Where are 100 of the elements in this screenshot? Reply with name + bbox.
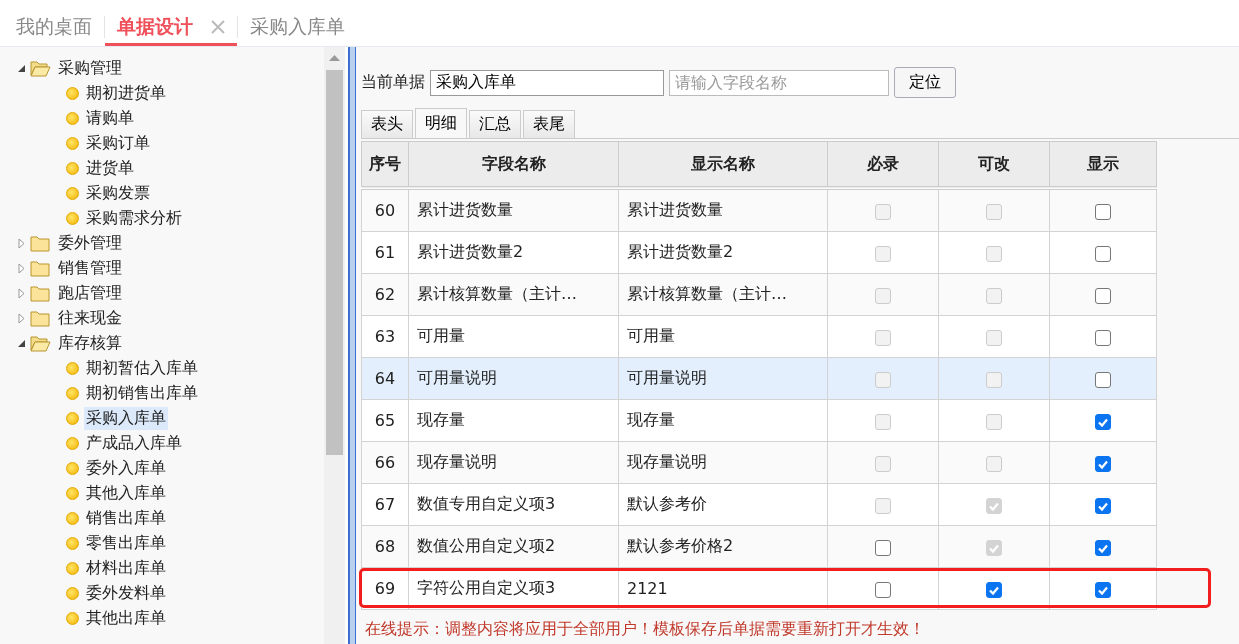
table-cell: 66	[361, 441, 409, 484]
tree-item[interactable]: 销售出库单	[84, 507, 168, 530]
table-cell: 累计进货数量	[618, 188, 828, 232]
tab[interactable]: 采购入库单	[238, 10, 357, 46]
table-cell: 可用量	[618, 315, 828, 358]
tree-item[interactable]: 期初销售出库单	[84, 382, 200, 405]
table-cell: 可用量	[408, 315, 619, 358]
tree-item[interactable]: 材料出库单	[84, 557, 168, 580]
table-cell: 61	[361, 231, 409, 274]
locate-button[interactable]: 定位	[894, 67, 956, 98]
checkbox[interactable]	[1095, 455, 1111, 472]
table-cell: 63	[361, 315, 409, 358]
field-label: 当前单据	[361, 72, 425, 93]
checkbox[interactable]	[1095, 245, 1111, 262]
dot-icon	[66, 87, 79, 100]
dot-icon	[66, 387, 79, 400]
checkbox[interactable]	[986, 581, 1002, 598]
tree-item[interactable]: 期初进货单	[84, 82, 168, 105]
tab[interactable]: 表头	[361, 110, 413, 138]
tree-item[interactable]: 委外入库单	[84, 457, 168, 480]
table-cell: 现存量说明	[408, 441, 619, 484]
dot-icon	[66, 537, 79, 550]
checkbox[interactable]	[1095, 329, 1111, 346]
tree-item[interactable]: 进货单	[84, 157, 136, 180]
document-field[interactable]: 采购入库单	[430, 69, 664, 96]
table-cell: 67	[361, 483, 409, 526]
tree-item[interactable]: 采购订单	[84, 132, 152, 155]
dot-icon	[66, 362, 79, 375]
expanded-triangle-icon[interactable]	[16, 338, 27, 349]
notice-text: 在线提示：调整内容将应用于全部用户！模板保存后单据需要重新打开才生效！	[365, 619, 926, 640]
table-cell: 现存量说明	[618, 441, 828, 484]
tree-item[interactable]: 零售出库单	[84, 532, 168, 555]
column-header: 必录	[827, 141, 939, 188]
column-header: 字段名称	[408, 141, 619, 188]
table-cell: 默认参考价格2	[618, 525, 828, 568]
table-cell: 累计进货数量2	[408, 231, 619, 274]
tree-item[interactable]: 委外发料单	[84, 582, 168, 605]
dot-icon	[66, 412, 79, 425]
collapsed-triangle-icon[interactable]	[16, 263, 27, 274]
tree-item[interactable]: 产成品入库单	[84, 432, 184, 455]
tree-item[interactable]: 采购发票	[84, 182, 152, 205]
table-cell: 累计核算数量（主计…	[408, 273, 619, 316]
collapsed-triangle-icon[interactable]	[16, 238, 27, 249]
tree-item[interactable]: 采购入库单	[84, 407, 168, 430]
column-header: 序号	[361, 141, 409, 188]
dot-icon	[66, 612, 79, 625]
checkbox[interactable]	[1095, 371, 1111, 388]
checkbox[interactable]	[1095, 497, 1111, 514]
column-header: 显示	[1049, 141, 1157, 188]
checkbox[interactable]	[1095, 539, 1111, 556]
dot-icon	[66, 112, 79, 125]
dot-icon	[66, 587, 79, 600]
tree-item[interactable]: 请购单	[84, 107, 136, 130]
tree-folder[interactable]: 采购管理	[56, 57, 124, 80]
close-icon[interactable]	[211, 19, 225, 34]
search-field[interactable]: 请输入字段名称	[669, 69, 889, 96]
dot-icon	[66, 137, 79, 150]
tab[interactable]: 表尾	[523, 110, 575, 138]
table-cell: 默认参考价	[618, 483, 828, 526]
table-cell: 现存量	[408, 399, 619, 442]
tab[interactable]: 汇总	[469, 110, 521, 138]
checkbox[interactable]	[1095, 413, 1111, 430]
table-cell: 累计进货数量	[408, 188, 619, 232]
scroll-thumb[interactable]	[326, 70, 344, 455]
scroll-up-icon[interactable]	[329, 55, 341, 61]
tree-folder[interactable]: 往来现金	[56, 307, 124, 330]
splitter[interactable]	[348, 47, 356, 644]
tree-folder[interactable]: 库存核算	[56, 332, 124, 355]
dot-icon	[66, 512, 79, 525]
collapsed-triangle-icon[interactable]	[16, 313, 27, 324]
dot-icon	[66, 212, 79, 225]
tree-folder[interactable]: 销售管理	[56, 257, 124, 280]
checkbox[interactable]	[1095, 287, 1111, 304]
checkbox[interactable]	[875, 581, 891, 598]
checkbox[interactable]	[1095, 203, 1111, 220]
tree-folder[interactable]: 跑店管理	[56, 282, 124, 305]
scrollbar[interactable]	[324, 47, 346, 644]
dot-icon	[66, 487, 79, 500]
expanded-triangle-icon[interactable]	[16, 63, 27, 74]
table-cell: 可用量说明	[408, 357, 619, 400]
column-header: 显示名称	[618, 141, 828, 188]
dot-icon	[66, 562, 79, 575]
tree-item[interactable]: 其他出库单	[84, 607, 168, 630]
table-cell: 可用量说明	[618, 357, 828, 400]
dot-icon	[66, 187, 79, 200]
tree-item[interactable]: 期初暂估入库单	[84, 357, 200, 380]
collapsed-triangle-icon[interactable]	[16, 288, 27, 299]
checkbox[interactable]	[1095, 581, 1111, 598]
table-cell: 数值公用自定义项2	[408, 525, 619, 568]
column-header: 可改	[938, 141, 1050, 188]
tab[interactable]: 我的桌面	[4, 10, 104, 46]
tree-folder[interactable]: 委外管理	[56, 232, 124, 255]
table-cell: 65	[361, 399, 409, 442]
tree-item[interactable]: 采购需求分析	[84, 207, 184, 230]
table-cell: 累计进货数量2	[618, 231, 828, 274]
checkbox[interactable]	[875, 539, 891, 556]
table-cell: 62	[361, 273, 409, 316]
tab[interactable]: 明细	[415, 108, 467, 138]
tree-item[interactable]: 其他入库单	[84, 482, 168, 505]
dot-icon	[66, 162, 79, 175]
